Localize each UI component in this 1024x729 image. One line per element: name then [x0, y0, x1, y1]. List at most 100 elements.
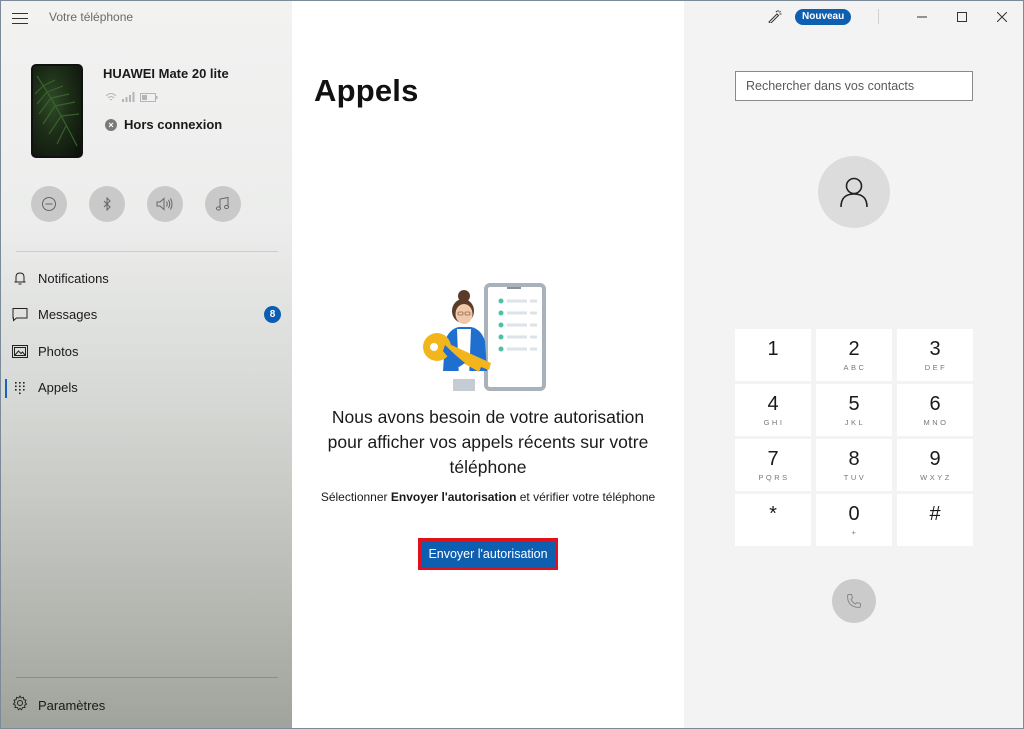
permission-title: Nous avons besoin de votre autorisation …	[327, 407, 649, 477]
dialpad-key[interactable]: 0 +	[816, 494, 892, 546]
settings-button[interactable]: Paramètres	[1, 689, 292, 721]
dialpad-key-digit: 6	[929, 393, 941, 415]
dialpad-key[interactable]: 3 DEF	[897, 329, 973, 381]
dialpad-icon	[12, 380, 28, 396]
dialpad-key[interactable]: *	[735, 494, 811, 546]
volume-button[interactable]	[147, 186, 183, 222]
sidebar-divider	[16, 251, 278, 252]
call-button[interactable]	[832, 579, 876, 623]
music-button[interactable]	[205, 186, 241, 222]
minimize-icon	[917, 16, 927, 18]
sidebar-item-appels[interactable]: Appels	[1, 370, 292, 407]
quick-actions	[31, 186, 241, 222]
wifi-icon	[105, 93, 117, 101]
sidebar-item-label: Notifications	[38, 270, 109, 286]
chat-icon	[12, 307, 28, 323]
dialpad-key[interactable]: 4 GHI	[735, 384, 811, 436]
dialer-panel: Nouveau 1 2 ABC 3 DEF 4 GHI 5 JKL 6 MNO 7 PQRS 8 TUV 9 W…	[684, 1, 1023, 728]
dialpad-key-digit: 0	[848, 503, 860, 525]
signal-icon	[122, 92, 135, 102]
dialpad-key-letters: MNO	[923, 418, 949, 427]
dialpad-key[interactable]: 9 WXYZ	[897, 439, 973, 491]
maximize-button[interactable]	[942, 1, 982, 33]
minimize-button[interactable]	[902, 1, 942, 33]
dialpad-key[interactable]: 5 JKL	[816, 384, 892, 436]
dialpad-key-digit: 5	[848, 393, 860, 415]
hamburger-menu-icon[interactable]	[12, 13, 28, 25]
app-window: Votre téléphone HUAWEI Mate 20 lite × Ho…	[0, 0, 1024, 729]
dialpad-key[interactable]: 2 ABC	[816, 329, 892, 381]
device-status-icons	[105, 92, 158, 102]
battery-icon	[140, 92, 158, 102]
sidebar-header: Votre téléphone	[1, 1, 292, 35]
unread-count-badge: 8	[264, 306, 281, 324]
send-permission-button[interactable]: Envoyer l'autorisation	[418, 538, 558, 570]
close-button[interactable]	[982, 1, 1022, 33]
app-title: Votre téléphone	[49, 10, 134, 24]
magic-wand-icon[interactable]	[768, 9, 782, 28]
connection-status: × Hors connexion	[105, 117, 222, 132]
dialpad-key-digit: 7	[767, 448, 779, 470]
dialpad-key-digit: 3	[929, 338, 941, 360]
active-indicator	[5, 378, 7, 398]
offline-icon: ×	[105, 118, 117, 131]
contact-avatar	[818, 156, 890, 228]
dialpad-key-letters: GHI	[763, 418, 785, 427]
permission-illustration	[419, 283, 549, 400]
phone-wallpaper-thumbnail	[31, 64, 83, 158]
dialpad-key-digit: 2	[848, 338, 860, 360]
person-icon	[840, 177, 868, 208]
dialpad-key[interactable]: 8 TUV	[816, 439, 892, 491]
dialpad-key-digit: 4	[767, 393, 779, 415]
dialpad: 1 2 ABC 3 DEF 4 GHI 5 JKL 6 MNO 7 PQRS 8 TUV 9 WXYZ * 0 + #	[735, 329, 973, 546]
bluetooth-icon	[103, 197, 111, 211]
dialpad-key-digit: #	[929, 503, 941, 525]
dialpad-key-digit: *	[769, 503, 777, 525]
dialpad-key-letters: TUV	[843, 473, 867, 482]
dialpad-key-letters: WXYZ	[920, 473, 952, 482]
do-not-disturb-button[interactable]	[31, 186, 67, 222]
dialpad-key-letters: +	[851, 528, 859, 537]
page-title: Appels	[314, 73, 419, 108]
permission-instructions: Sélectionner Envoyer l'autorisation et v…	[292, 490, 684, 504]
dialpad-key-letters: DEF	[924, 363, 948, 372]
sidebar-divider-bottom	[16, 677, 278, 678]
phone-call-icon	[846, 594, 861, 609]
dialpad-key-letters: ABC	[843, 363, 867, 372]
dialpad-key-letters: JKL	[844, 418, 866, 427]
instructions-bold: Envoyer l'autorisation	[390, 490, 517, 504]
sidebar-item-photos[interactable]: Photos	[1, 333, 292, 370]
image-icon	[12, 343, 28, 359]
instructions-suffix: et vérifier votre téléphone	[516, 490, 656, 504]
music-note-icon	[216, 196, 229, 211]
bluetooth-button[interactable]	[89, 186, 125, 222]
dialpad-key-digit: 1	[767, 338, 779, 360]
connection-status-text: Hors connexion	[124, 117, 223, 132]
sidebar-item-notifications[interactable]: Notifications	[1, 260, 292, 297]
bell-icon	[12, 270, 28, 286]
dialpad-key-letters: PQRS	[758, 473, 790, 482]
dialpad-key[interactable]: #	[897, 494, 973, 546]
minus-circle-icon	[42, 197, 56, 211]
sidebar: Votre téléphone HUAWEI Mate 20 lite × Ho…	[1, 1, 292, 728]
title-bar: Nouveau	[684, 1, 1023, 33]
dialpad-key[interactable]: 6 MNO	[897, 384, 973, 436]
speaker-icon	[156, 197, 173, 211]
dialpad-key-digit: 9	[929, 448, 941, 470]
sidebar-item-label: Photos	[38, 343, 79, 359]
dialpad-key[interactable]: 7 PQRS	[735, 439, 811, 491]
new-features-badge[interactable]: Nouveau	[795, 9, 852, 25]
contact-search-input[interactable]	[735, 71, 973, 101]
sidebar-nav: Notifications Messages 8 Photos Appels	[1, 260, 292, 406]
device-name: HUAWEI Mate 20 lite	[103, 66, 229, 81]
sidebar-item-label: Messages	[38, 307, 98, 323]
maximize-icon	[957, 12, 967, 22]
sidebar-item-messages[interactable]: Messages 8	[1, 297, 292, 334]
instructions-prefix: Sélectionner	[320, 490, 391, 504]
main-content: Appels Nous avons besoin de votre autori…	[292, 1, 684, 728]
gear-icon	[12, 694, 28, 716]
close-icon	[997, 12, 1007, 22]
dialpad-key[interactable]: 1	[735, 329, 811, 381]
dialpad-key-digit: 8	[848, 448, 860, 470]
titlebar-separator	[878, 9, 879, 24]
